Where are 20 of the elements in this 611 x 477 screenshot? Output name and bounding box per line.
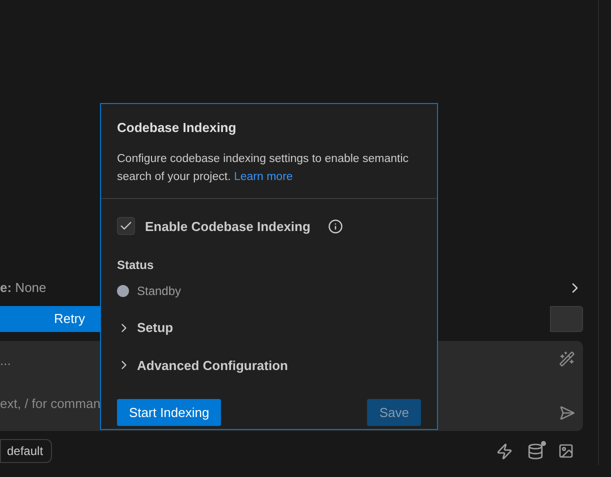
checkbox-label: Enable Codebase Indexing <box>145 218 310 236</box>
section-toggle[interactable]: Advanced Configuration <box>117 356 421 375</box>
popover-title: Codebase Indexing <box>117 119 238 137</box>
image-icon[interactable] <box>558 443 574 459</box>
mode-chip[interactable]: default <box>0 439 52 463</box>
lightning-icon[interactable] <box>496 442 513 460</box>
status-text: Standby <box>137 283 182 300</box>
mode-text: e: None <box>0 279 46 298</box>
input-text: ... <box>0 352 12 370</box>
input-placeholder: ext, / for comman <box>0 394 100 412</box>
start-indexing-button[interactable]: Start Indexing <box>117 399 222 426</box>
database-icon[interactable] <box>527 442 544 460</box>
popover-description: Configure codebase indexing settings to enable semantic search of your project. Learn more <box>117 152 410 184</box>
magic-wand-icon[interactable] <box>559 351 575 367</box>
checkbox[interactable] <box>117 217 135 236</box>
section-toggle[interactable]: Setup <box>117 318 421 338</box>
send-icon[interactable] <box>559 405 575 421</box>
info-icon[interactable] <box>328 218 344 234</box>
learn-more-link[interactable]: Learn more <box>234 170 293 182</box>
status-label: Status <box>117 257 155 274</box>
